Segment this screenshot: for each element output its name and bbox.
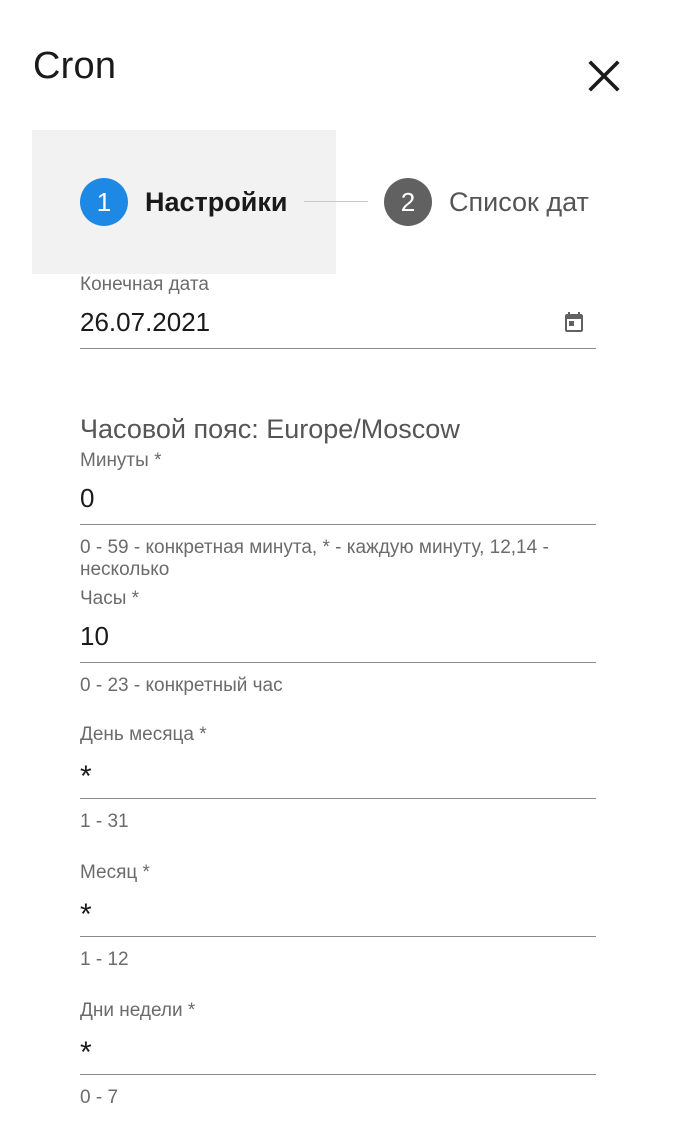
minutes-field: Минуты * 0 0 - 59 - конкретная минута, *… <box>80 450 596 581</box>
weekdays-input[interactable]: * <box>80 1022 596 1075</box>
field-label: Конечная дата <box>80 274 209 295</box>
weekdays-field: Дни недели * * 0 - 7 <box>80 1000 596 1109</box>
field-value: 26.07.2021 <box>80 306 211 337</box>
day-of-month-input[interactable]: * <box>80 746 596 799</box>
step-number-badge: 2 <box>384 178 432 226</box>
step-date-list[interactable]: 2 Список дат <box>384 178 589 226</box>
field-hint: 0 - 23 - конкретный час <box>80 675 283 696</box>
field-label: Дни недели * <box>80 1000 196 1021</box>
field-label: Месяц * <box>80 862 150 883</box>
step-settings[interactable]: 1 Настройки <box>80 178 287 226</box>
step-number-badge: 1 <box>80 178 128 226</box>
field-value: 0 <box>80 482 95 513</box>
month-input[interactable]: * <box>80 884 596 937</box>
step-label: Настройки <box>145 186 288 217</box>
minutes-input[interactable]: 0 <box>80 472 596 525</box>
stepper: 1 Настройки 2 Список дат <box>32 130 632 274</box>
close-button[interactable] <box>582 54 626 98</box>
end-date-input[interactable]: 26.07.2021 <box>80 296 596 349</box>
hours-input[interactable]: 10 <box>80 610 596 663</box>
month-field: Месяц * * 1 - 12 <box>80 862 596 971</box>
field-hint: 1 - 31 <box>80 811 129 832</box>
field-label: День месяца * <box>80 724 207 745</box>
field-value: * <box>80 1036 92 1069</box>
field-hint: 0 - 7 <box>80 1087 119 1108</box>
field-value: * <box>80 760 92 793</box>
hours-field: Часы * 10 0 - 23 - конкретный час <box>80 588 596 697</box>
field-value: 10 <box>80 620 109 651</box>
close-icon <box>588 60 620 92</box>
field-hint: 1 - 12 <box>80 949 129 970</box>
timezone-label: Часовой пояс: Europe/Moscow <box>80 414 460 444</box>
step-connector-line <box>304 201 368 202</box>
dialog-title: Cron <box>33 45 117 87</box>
step-label: Список дат <box>449 186 589 217</box>
calendar-icon[interactable] <box>562 310 586 334</box>
field-hint: 0 - 59 - конкретная минута, * - каждую м… <box>80 537 549 580</box>
field-label: Часы * <box>80 588 140 609</box>
day-of-month-field: День месяца * * 1 - 31 <box>80 724 596 833</box>
field-label: Минуты * <box>80 450 162 471</box>
field-value: * <box>80 898 92 931</box>
end-date-field: Конечная дата 26.07.2021 <box>80 274 596 349</box>
